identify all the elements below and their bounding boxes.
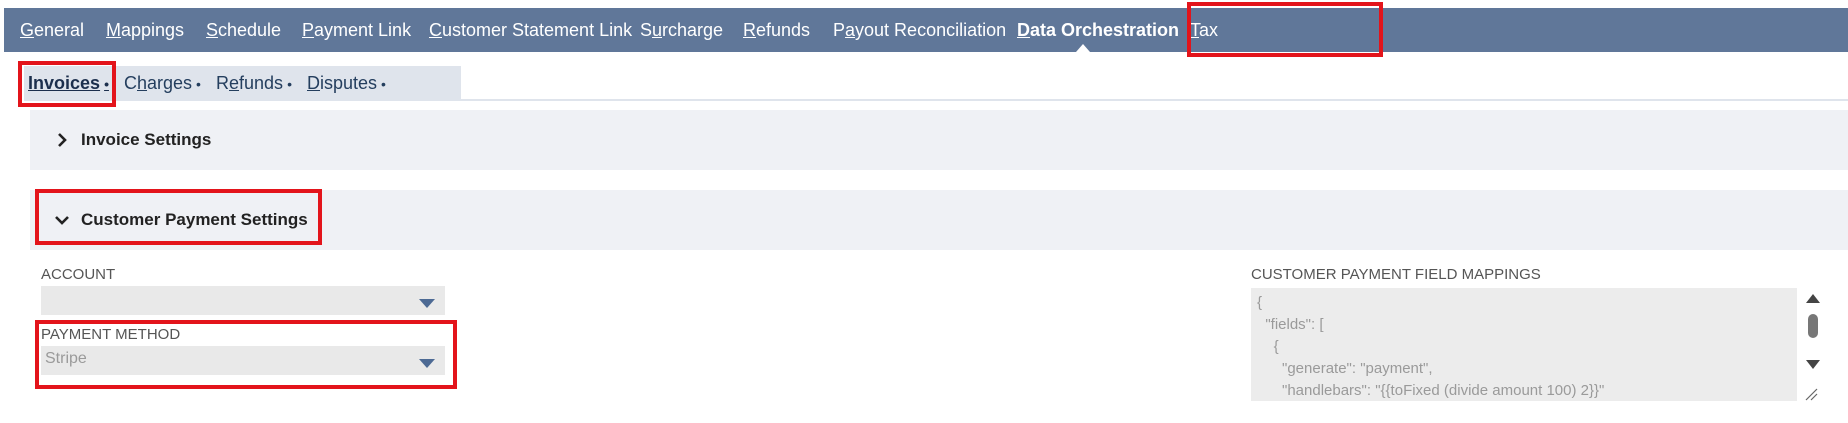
dropdown-arrow-icon: [419, 359, 435, 368]
invoice-settings-section[interactable]: Invoice Settings: [30, 110, 1848, 170]
scroll-down-icon[interactable]: [1806, 360, 1820, 369]
payment-method-select[interactable]: Stripe: [41, 346, 445, 375]
tab-payment-link[interactable]: Payment Link: [302, 8, 411, 52]
tab-tax[interactable]: Tax: [1190, 8, 1218, 52]
dropdown-arrow-icon: [419, 299, 435, 308]
customer-payment-settings-title: Customer Payment Settings: [81, 210, 308, 229]
subtab-disputes[interactable]: Disputes •: [307, 66, 386, 100]
customer-payment-settings-section[interactable]: Customer Payment Settings: [30, 190, 1848, 250]
tab-surcharge[interactable]: Surcharge: [640, 8, 723, 52]
account-label: ACCOUNT: [41, 266, 116, 283]
invoice-settings-title: Invoice Settings: [81, 130, 212, 149]
sub-tab-divider: [24, 99, 1848, 101]
tab-schedule[interactable]: Schedule: [206, 8, 281, 52]
tab-customer-statement-link[interactable]: Customer Statement Link: [429, 8, 632, 52]
tab-general[interactable]: General: [20, 8, 84, 52]
resize-handle-icon[interactable]: [1804, 387, 1818, 401]
subtab-charges[interactable]: Charges •: [124, 66, 201, 100]
scroll-thumb[interactable]: [1808, 314, 1818, 338]
subtab-invoices[interactable]: Invoices •: [28, 66, 109, 100]
tab-refunds[interactable]: Refunds: [743, 8, 810, 52]
mappings-scrollbar[interactable]: [1800, 288, 1826, 401]
subtab-refunds[interactable]: Refunds •: [216, 66, 292, 100]
tab-mappings[interactable]: Mappings: [106, 8, 184, 52]
chevron-down-icon: [55, 216, 69, 225]
mappings-text: { "fields": [ { "generate": "payment", "…: [1257, 294, 1605, 399]
active-tab-caret: [1076, 44, 1090, 52]
payment-method-label: PAYMENT METHOD: [41, 326, 181, 343]
chevron-right-icon: [58, 133, 67, 147]
scroll-up-icon[interactable]: [1806, 294, 1820, 303]
account-select[interactable]: [41, 286, 445, 315]
tab-payout-reconciliation[interactable]: Payout Reconciliation: [833, 8, 1006, 52]
mappings-textarea[interactable]: { "fields": [ { "generate": "payment", "…: [1251, 288, 1797, 401]
mappings-label: CUSTOMER PAYMENT FIELD MAPPINGS: [1251, 266, 1541, 283]
tab-data-orchestration[interactable]: Data Orchestration: [1017, 8, 1179, 52]
